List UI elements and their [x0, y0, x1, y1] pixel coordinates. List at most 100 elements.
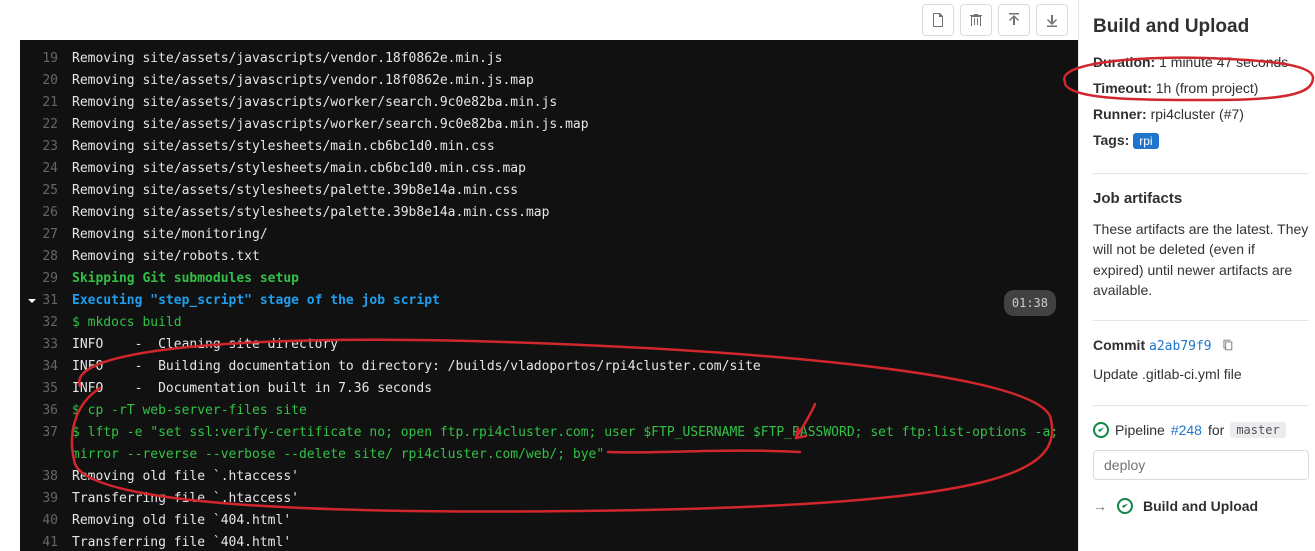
- log-line: 41Transferring file `404.html': [32, 532, 1066, 551]
- line-number[interactable]: 24: [32, 158, 72, 180]
- commit-sha-link[interactable]: a2ab79f9: [1149, 339, 1212, 354]
- job-sidebar: Build and Upload Duration: 1 minute 47 s…: [1078, 0, 1315, 551]
- line-text: Transferring file `.htaccess': [72, 488, 1066, 510]
- line-number[interactable]: 40: [32, 510, 72, 532]
- line-number[interactable]: 23: [32, 136, 72, 158]
- pipeline-num-link[interactable]: #248: [1171, 422, 1202, 438]
- line-text: Removing site/assets/stylesheets/palette…: [72, 180, 1066, 202]
- line-text: Removing old file `404.html': [72, 510, 1066, 532]
- line-number[interactable]: 35: [32, 378, 72, 400]
- line-text: $ lftp -e "set ssl:verify-certificate no…: [72, 422, 1066, 466]
- runner-line: Runner: rpi4cluster (#7): [1093, 106, 1309, 122]
- line-text: INFO - Building documentation to directo…: [72, 356, 1066, 378]
- line-text: Skipping Git submodules setup: [72, 268, 1066, 290]
- line-number[interactable]: 22: [32, 114, 72, 136]
- commit-label: Commit: [1093, 337, 1145, 353]
- log-line: 29Skipping Git submodules setup: [32, 268, 1066, 290]
- log-line: 34INFO - Building documentation to direc…: [32, 356, 1066, 378]
- pipeline-line: Pipeline #248 for master: [1093, 422, 1309, 438]
- log-line: 33INFO - Cleaning site directory: [32, 334, 1066, 356]
- line-number[interactable]: 25: [32, 180, 72, 202]
- duration-value: 1 minute 47 seconds: [1159, 54, 1288, 70]
- scroll-bottom-button[interactable]: [1036, 4, 1068, 36]
- log-line: 39Transferring file `.htaccess': [32, 488, 1066, 510]
- show-raw-button[interactable]: [922, 4, 954, 36]
- line-number[interactable]: 41: [32, 532, 72, 551]
- commit-message: Update .gitlab-ci.yml file: [1093, 364, 1309, 384]
- log-line: 26Removing site/assets/stylesheets/palet…: [32, 202, 1066, 224]
- line-number[interactable]: 39: [32, 488, 72, 510]
- line-number[interactable]: 34: [32, 356, 72, 378]
- copy-sha-icon[interactable]: [1220, 338, 1236, 354]
- log-line: 20Removing site/assets/javascripts/vendo…: [32, 70, 1066, 92]
- log-line: 40Removing old file `404.html': [32, 510, 1066, 532]
- log-line: 23Removing site/assets/stylesheets/main.…: [32, 136, 1066, 158]
- commit-line: Commit a2ab79f9: [1093, 337, 1309, 354]
- line-number[interactable]: 36: [32, 400, 72, 422]
- arrow-down-icon: [1044, 12, 1060, 28]
- job-toolbar: [0, 0, 1078, 40]
- line-text: Removing site/assets/javascripts/vendor.…: [72, 48, 1066, 70]
- document-icon: [930, 12, 946, 28]
- log-line: 21Removing site/assets/javascripts/worke…: [32, 92, 1066, 114]
- status-passed-icon: [1093, 422, 1109, 438]
- arrow-up-icon: [1006, 12, 1022, 28]
- cancel-button[interactable]: [960, 4, 992, 36]
- collapse-chevron-icon[interactable]: [26, 294, 38, 310]
- log-line: 38Removing old file `.htaccess': [32, 466, 1066, 488]
- log-line: 24Removing site/assets/stylesheets/main.…: [32, 158, 1066, 180]
- arrow-right-icon: →: [1093, 498, 1107, 514]
- runner-value: rpi4cluster (#7): [1151, 106, 1244, 122]
- artifacts-title: Job artifacts: [1093, 190, 1309, 207]
- line-number[interactable]: 29: [32, 268, 72, 290]
- line-number[interactable]: 20: [32, 70, 72, 92]
- artifacts-text: These artifacts are the latest. They wil…: [1093, 219, 1309, 300]
- line-number[interactable]: 38: [32, 466, 72, 488]
- duration-line: Duration: 1 minute 47 seconds: [1093, 54, 1309, 70]
- log-line: 22Removing site/assets/javascripts/worke…: [32, 114, 1066, 136]
- line-text: Transferring file `404.html': [72, 532, 1066, 551]
- sidebar-title: Build and Upload: [1093, 16, 1309, 38]
- log-line: 27Removing site/monitoring/: [32, 224, 1066, 246]
- runner-label: Runner:: [1093, 106, 1147, 122]
- scroll-top-button[interactable]: [998, 4, 1030, 36]
- line-number[interactable]: 32: [32, 312, 72, 334]
- line-number[interactable]: 37: [32, 422, 72, 444]
- job-log: 19Removing site/assets/javascripts/vendo…: [20, 40, 1078, 551]
- log-line: 25Removing site/assets/stylesheets/palet…: [32, 180, 1066, 202]
- trash-icon: [968, 12, 984, 28]
- line-number[interactable]: 31: [32, 290, 72, 312]
- divider: [1093, 320, 1309, 321]
- log-line: 19Removing site/assets/javascripts/vendo…: [32, 48, 1066, 70]
- line-number[interactable]: 21: [32, 92, 72, 114]
- line-text: Removing site/assets/javascripts/vendor.…: [72, 70, 1066, 92]
- stage-select[interactable]: deploy: [1093, 450, 1309, 480]
- pipeline-label: Pipeline: [1115, 422, 1165, 438]
- line-number[interactable]: 28: [32, 246, 72, 268]
- line-number[interactable]: 19: [32, 48, 72, 70]
- tag-badge[interactable]: rpi: [1133, 133, 1158, 149]
- line-number[interactable]: 27: [32, 224, 72, 246]
- line-text: Removing site/assets/javascripts/worker/…: [72, 92, 1066, 114]
- line-text: Removing site/assets/javascripts/worker/…: [72, 114, 1066, 136]
- branch-pill[interactable]: master: [1230, 422, 1285, 438]
- line-text: Removing site/assets/stylesheets/main.cb…: [72, 136, 1066, 158]
- section-duration-pill: 01:38: [1004, 290, 1056, 316]
- line-text: Removing site/monitoring/: [72, 224, 1066, 246]
- line-text: Removing site/assets/stylesheets/main.cb…: [72, 158, 1066, 180]
- line-text: $ mkdocs build: [72, 312, 1066, 334]
- status-passed-icon: [1117, 498, 1133, 514]
- line-text: INFO - Cleaning site directory: [72, 334, 1066, 356]
- log-line: 28Removing site/robots.txt: [32, 246, 1066, 268]
- line-text: INFO - Documentation built in 7.36 secon…: [72, 378, 1066, 400]
- job-name-link[interactable]: Build and Upload: [1143, 498, 1258, 514]
- tags-label: Tags:: [1093, 132, 1129, 148]
- pipeline-for: for: [1208, 422, 1224, 438]
- tags-line: Tags: rpi: [1093, 132, 1309, 149]
- log-line: 32$ mkdocs build: [32, 312, 1066, 334]
- timeout-line: Timeout: 1h (from project): [1093, 80, 1309, 96]
- line-number[interactable]: 33: [32, 334, 72, 356]
- log-line: 37$ lftp -e "set ssl:verify-certificate …: [32, 422, 1066, 466]
- line-number[interactable]: 26: [32, 202, 72, 224]
- line-text: Removing site/assets/stylesheets/palette…: [72, 202, 1066, 224]
